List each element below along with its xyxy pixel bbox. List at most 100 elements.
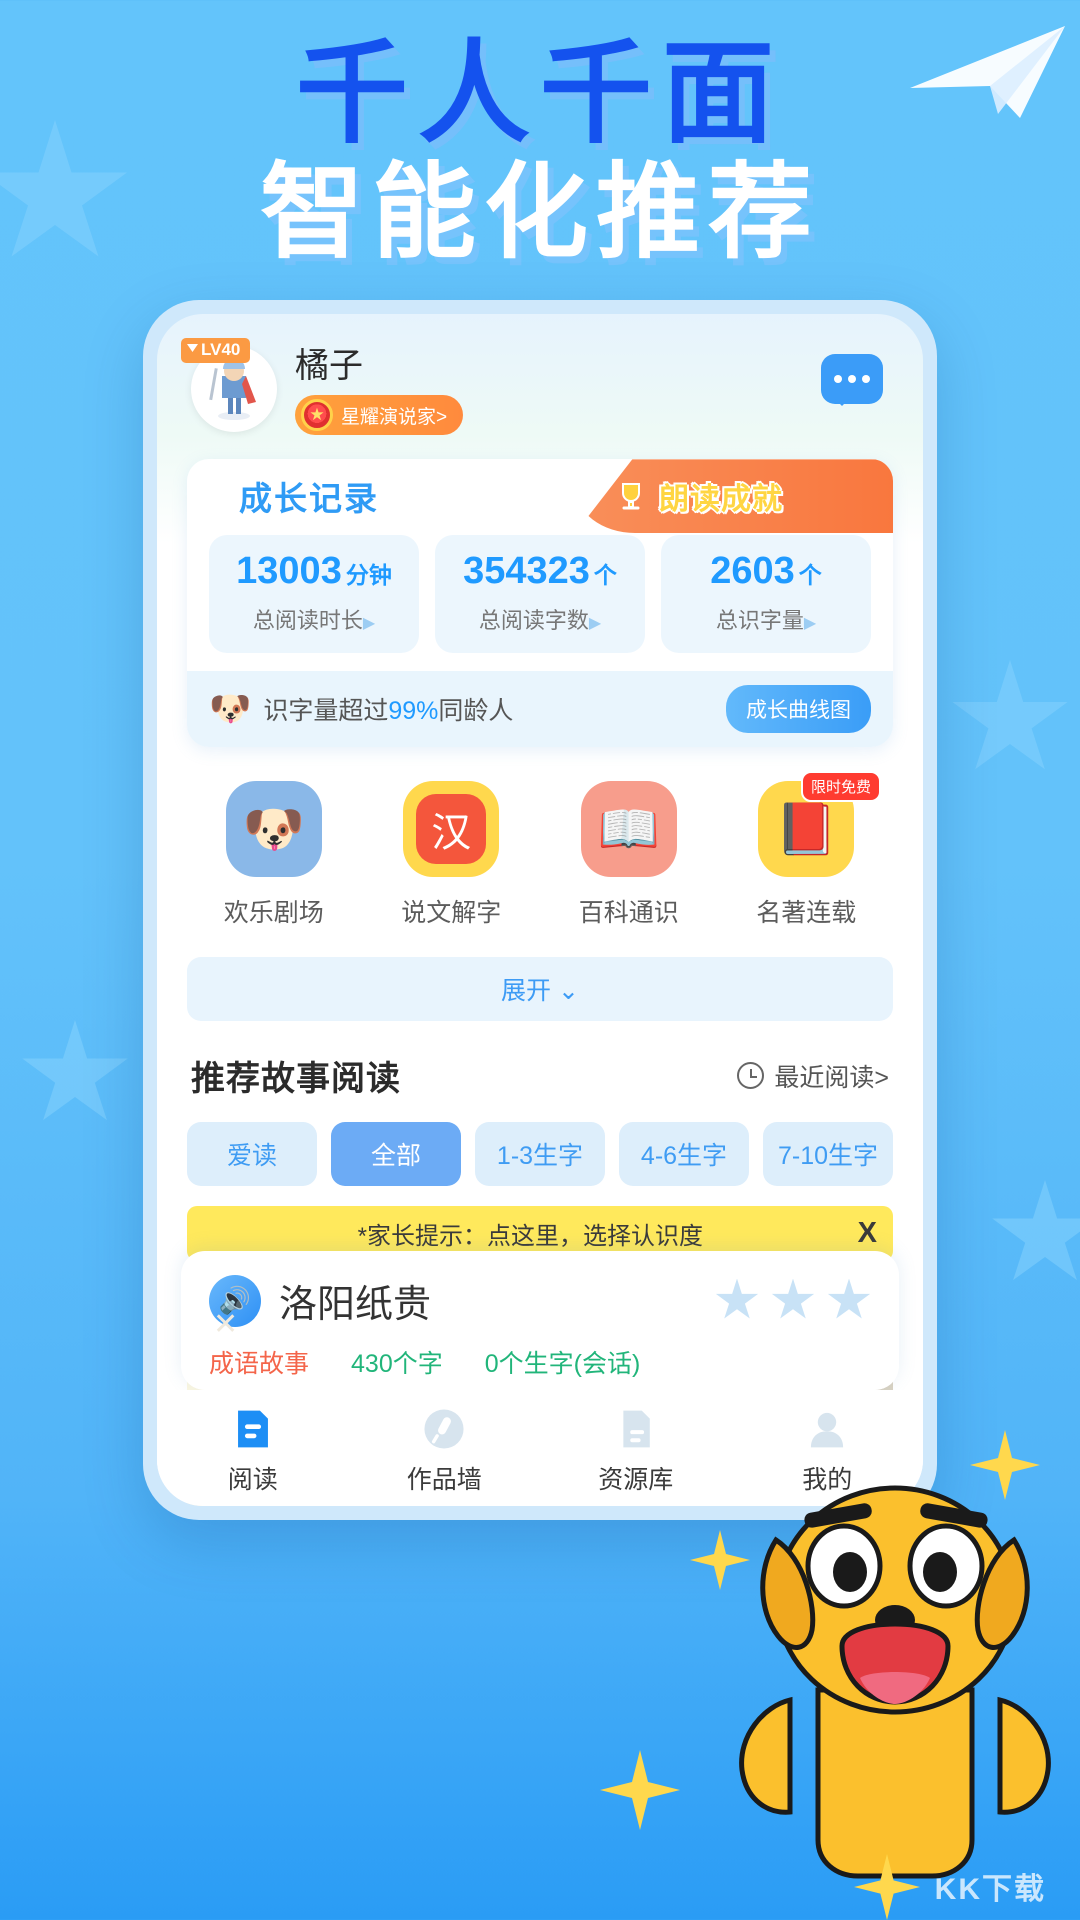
profile-name: 橘子 bbox=[295, 347, 363, 385]
chip-7-10[interactable]: 7-10生字 bbox=[763, 1122, 893, 1187]
headline: 千人千面 智能化推荐 bbox=[0, 29, 1080, 273]
growth-curve-button[interactable]: 成长曲线图 bbox=[726, 685, 871, 734]
chip-all[interactable]: 全部 bbox=[331, 1122, 461, 1187]
story-title: 洛阳纸贵 bbox=[279, 1284, 432, 1326]
grid-label: 说文解字 bbox=[401, 899, 502, 928]
chevron-down-icon: ⌄ bbox=[558, 977, 579, 1006]
dog-face-icon: 🐶 bbox=[209, 690, 252, 729]
achievement-tab[interactable]: 朗读成就 bbox=[575, 459, 893, 534]
grid-label: 名著连载 bbox=[756, 899, 857, 928]
library-icon bbox=[623, 1410, 650, 1448]
achievement-label: 朗读成就 bbox=[659, 483, 783, 517]
footer-prefix: 识字量超过 bbox=[263, 697, 389, 726]
footer-suffix: 同龄人 bbox=[438, 697, 514, 726]
nav-item-read[interactable]: 阅读 bbox=[157, 1406, 349, 1496]
profile-row: LV40 橘子 ★ 星耀演说家> bbox=[157, 314, 923, 436]
nav-item-works[interactable]: 作品墙 bbox=[349, 1406, 541, 1496]
recommend-header: 推荐故事阅读 最近阅读> bbox=[157, 1021, 923, 1100]
recommend-title: 推荐故事阅读 bbox=[191, 1060, 401, 1099]
stat-arrow-icon: ▶ bbox=[803, 615, 817, 633]
expand-button[interactable]: 展开 ⌄ bbox=[187, 957, 893, 1022]
story-meta-wordcount: 430个字 bbox=[351, 1350, 443, 1378]
filter-chips: 爱读 全部 1-3生字 4-6生字 7-10生字 bbox=[157, 1100, 923, 1187]
grid-item-encyclopedia[interactable]: 📖 百科通识 bbox=[540, 781, 718, 929]
story-info-top: 🔊 洛阳纸贵 bbox=[209, 1273, 871, 1328]
stat-unit: 分钟 bbox=[345, 562, 392, 589]
tip-text: *家长提示：点这里，选择认识度 bbox=[357, 1223, 703, 1251]
grid-label: 欢乐剧场 bbox=[223, 899, 324, 928]
grid-item-theater[interactable]: 🐶 欢乐剧场 bbox=[185, 781, 363, 929]
medal-label: 星耀演说家> bbox=[341, 406, 448, 428]
story-meta-newchars: 0个生字(会话) bbox=[484, 1350, 641, 1378]
app-screen: LV40 橘子 ★ 星耀演说家> 成长记录 朗读成就 13003 分钟 总阅读时… bbox=[157, 314, 923, 1506]
stat-card[interactable]: 2603 个 总识字量▶ bbox=[661, 535, 871, 654]
stat-label: 总阅读时长 bbox=[252, 608, 363, 634]
han-character-icon: 汉 bbox=[403, 781, 500, 878]
stat-value: 354323 bbox=[463, 550, 590, 593]
stat-value: 13003 bbox=[236, 550, 342, 593]
avatar-wrap[interactable]: LV40 bbox=[181, 338, 277, 432]
growth-footer: 🐶 识字量超过99%同龄人 成长曲线图 bbox=[187, 671, 893, 748]
watermark: KK下载 bbox=[934, 1873, 1046, 1906]
story-meta: 成语故事 430个字 0个生字(会话) bbox=[209, 1344, 871, 1380]
story-info-card[interactable]: 🔊 洛阳纸贵 成语故事 430个字 0个生字(会话) bbox=[181, 1251, 899, 1390]
medal-badge[interactable]: ★ 星耀演说家> bbox=[295, 395, 464, 436]
stat-unit: 个 bbox=[798, 562, 822, 589]
mascot-dog bbox=[739, 1485, 1051, 1879]
grid-item-classics[interactable]: 限时免费 📕 名著连载 bbox=[718, 771, 896, 929]
growth-title: 成长记录 bbox=[239, 480, 379, 518]
sparkle-decor-3 bbox=[600, 1750, 680, 1830]
grid-item-characters[interactable]: 汉 说文解字 bbox=[363, 781, 541, 929]
stat-unit: 个 bbox=[593, 562, 617, 589]
profile-icon bbox=[811, 1412, 844, 1448]
phone-mockup: LV40 橘子 ★ 星耀演说家> 成长记录 朗读成就 13003 分钟 总阅读时… bbox=[143, 300, 937, 1520]
feature-grid: 🐶 欢乐剧场 汉 说文解字 📖 百科通识 限时免费 📕 名著连载 bbox=[157, 747, 923, 935]
stat-card[interactable]: 13003 分钟 总阅读时长▶ bbox=[209, 535, 419, 654]
stat-label: 总阅读字数 bbox=[478, 608, 589, 634]
profile-name-col: 橘子 ★ 星耀演说家> bbox=[295, 346, 464, 436]
star-icon bbox=[715, 1278, 759, 1319]
expand-label: 展开 bbox=[501, 977, 552, 1006]
chip-1-3[interactable]: 1-3生字 bbox=[475, 1122, 605, 1187]
medal-star-icon: ★ bbox=[301, 399, 333, 432]
nav-label: 阅读 bbox=[227, 1466, 278, 1494]
footer-highlight: 99% bbox=[388, 697, 439, 726]
close-icon[interactable]: X bbox=[858, 1217, 877, 1250]
decor-star-4 bbox=[992, 1180, 1080, 1281]
nav-label: 作品墙 bbox=[406, 1466, 482, 1494]
star-icon bbox=[771, 1278, 815, 1319]
book-icon bbox=[237, 1410, 268, 1448]
nav-label: 资源库 bbox=[598, 1466, 674, 1494]
clock-icon bbox=[737, 1062, 765, 1090]
recent-read-link[interactable]: 最近阅读> bbox=[737, 1058, 889, 1094]
growth-card: 成长记录 朗读成就 13003 分钟 总阅读时长▶ 354323 个 总阅读字数▶ … bbox=[187, 459, 893, 748]
microphone-icon bbox=[424, 1409, 464, 1449]
star-icon bbox=[827, 1278, 871, 1319]
open-book-icon: 📖 bbox=[580, 781, 677, 878]
story-meta-category: 成语故事 bbox=[209, 1350, 310, 1378]
decor-star-2 bbox=[22, 1020, 128, 1121]
headline-line-1: 千人千面 bbox=[296, 29, 784, 159]
story-rating bbox=[715, 1278, 871, 1323]
trophy-icon bbox=[622, 483, 640, 510]
chip-4-6[interactable]: 4-6生字 bbox=[619, 1122, 749, 1187]
limited-free-badge: 限时免费 bbox=[800, 771, 881, 803]
decor-star-3 bbox=[952, 660, 1068, 770]
stat-arrow-icon: ▶ bbox=[588, 615, 602, 633]
stat-card[interactable]: 354323 个 总阅读字数▶ bbox=[435, 535, 645, 654]
growth-header: 成长记录 朗读成就 bbox=[187, 459, 893, 534]
close-icon[interactable]: ✕ bbox=[213, 1307, 238, 1342]
headline-line-2: 智能化推荐 bbox=[259, 150, 820, 273]
recent-label: 最近阅读> bbox=[774, 1063, 889, 1092]
level-badge: LV40 bbox=[181, 338, 251, 363]
dog-theater-icon: 🐶 bbox=[225, 781, 322, 878]
grid-label: 百科通识 bbox=[578, 899, 679, 928]
knight-avatar-icon bbox=[209, 358, 256, 420]
stat-value: 2603 bbox=[710, 550, 795, 593]
stat-label: 总识字量 bbox=[715, 608, 804, 634]
stat-arrow-icon: ▶ bbox=[362, 615, 376, 633]
growth-stats: 13003 分钟 总阅读时长▶ 354323 个 总阅读字数▶ 2603 个 总识字量… bbox=[187, 533, 893, 671]
nav-item-library[interactable]: 资源库 bbox=[540, 1406, 732, 1496]
message-bubble-icon[interactable] bbox=[821, 354, 883, 406]
chip-love-read[interactable]: 爱读 bbox=[187, 1122, 317, 1187]
